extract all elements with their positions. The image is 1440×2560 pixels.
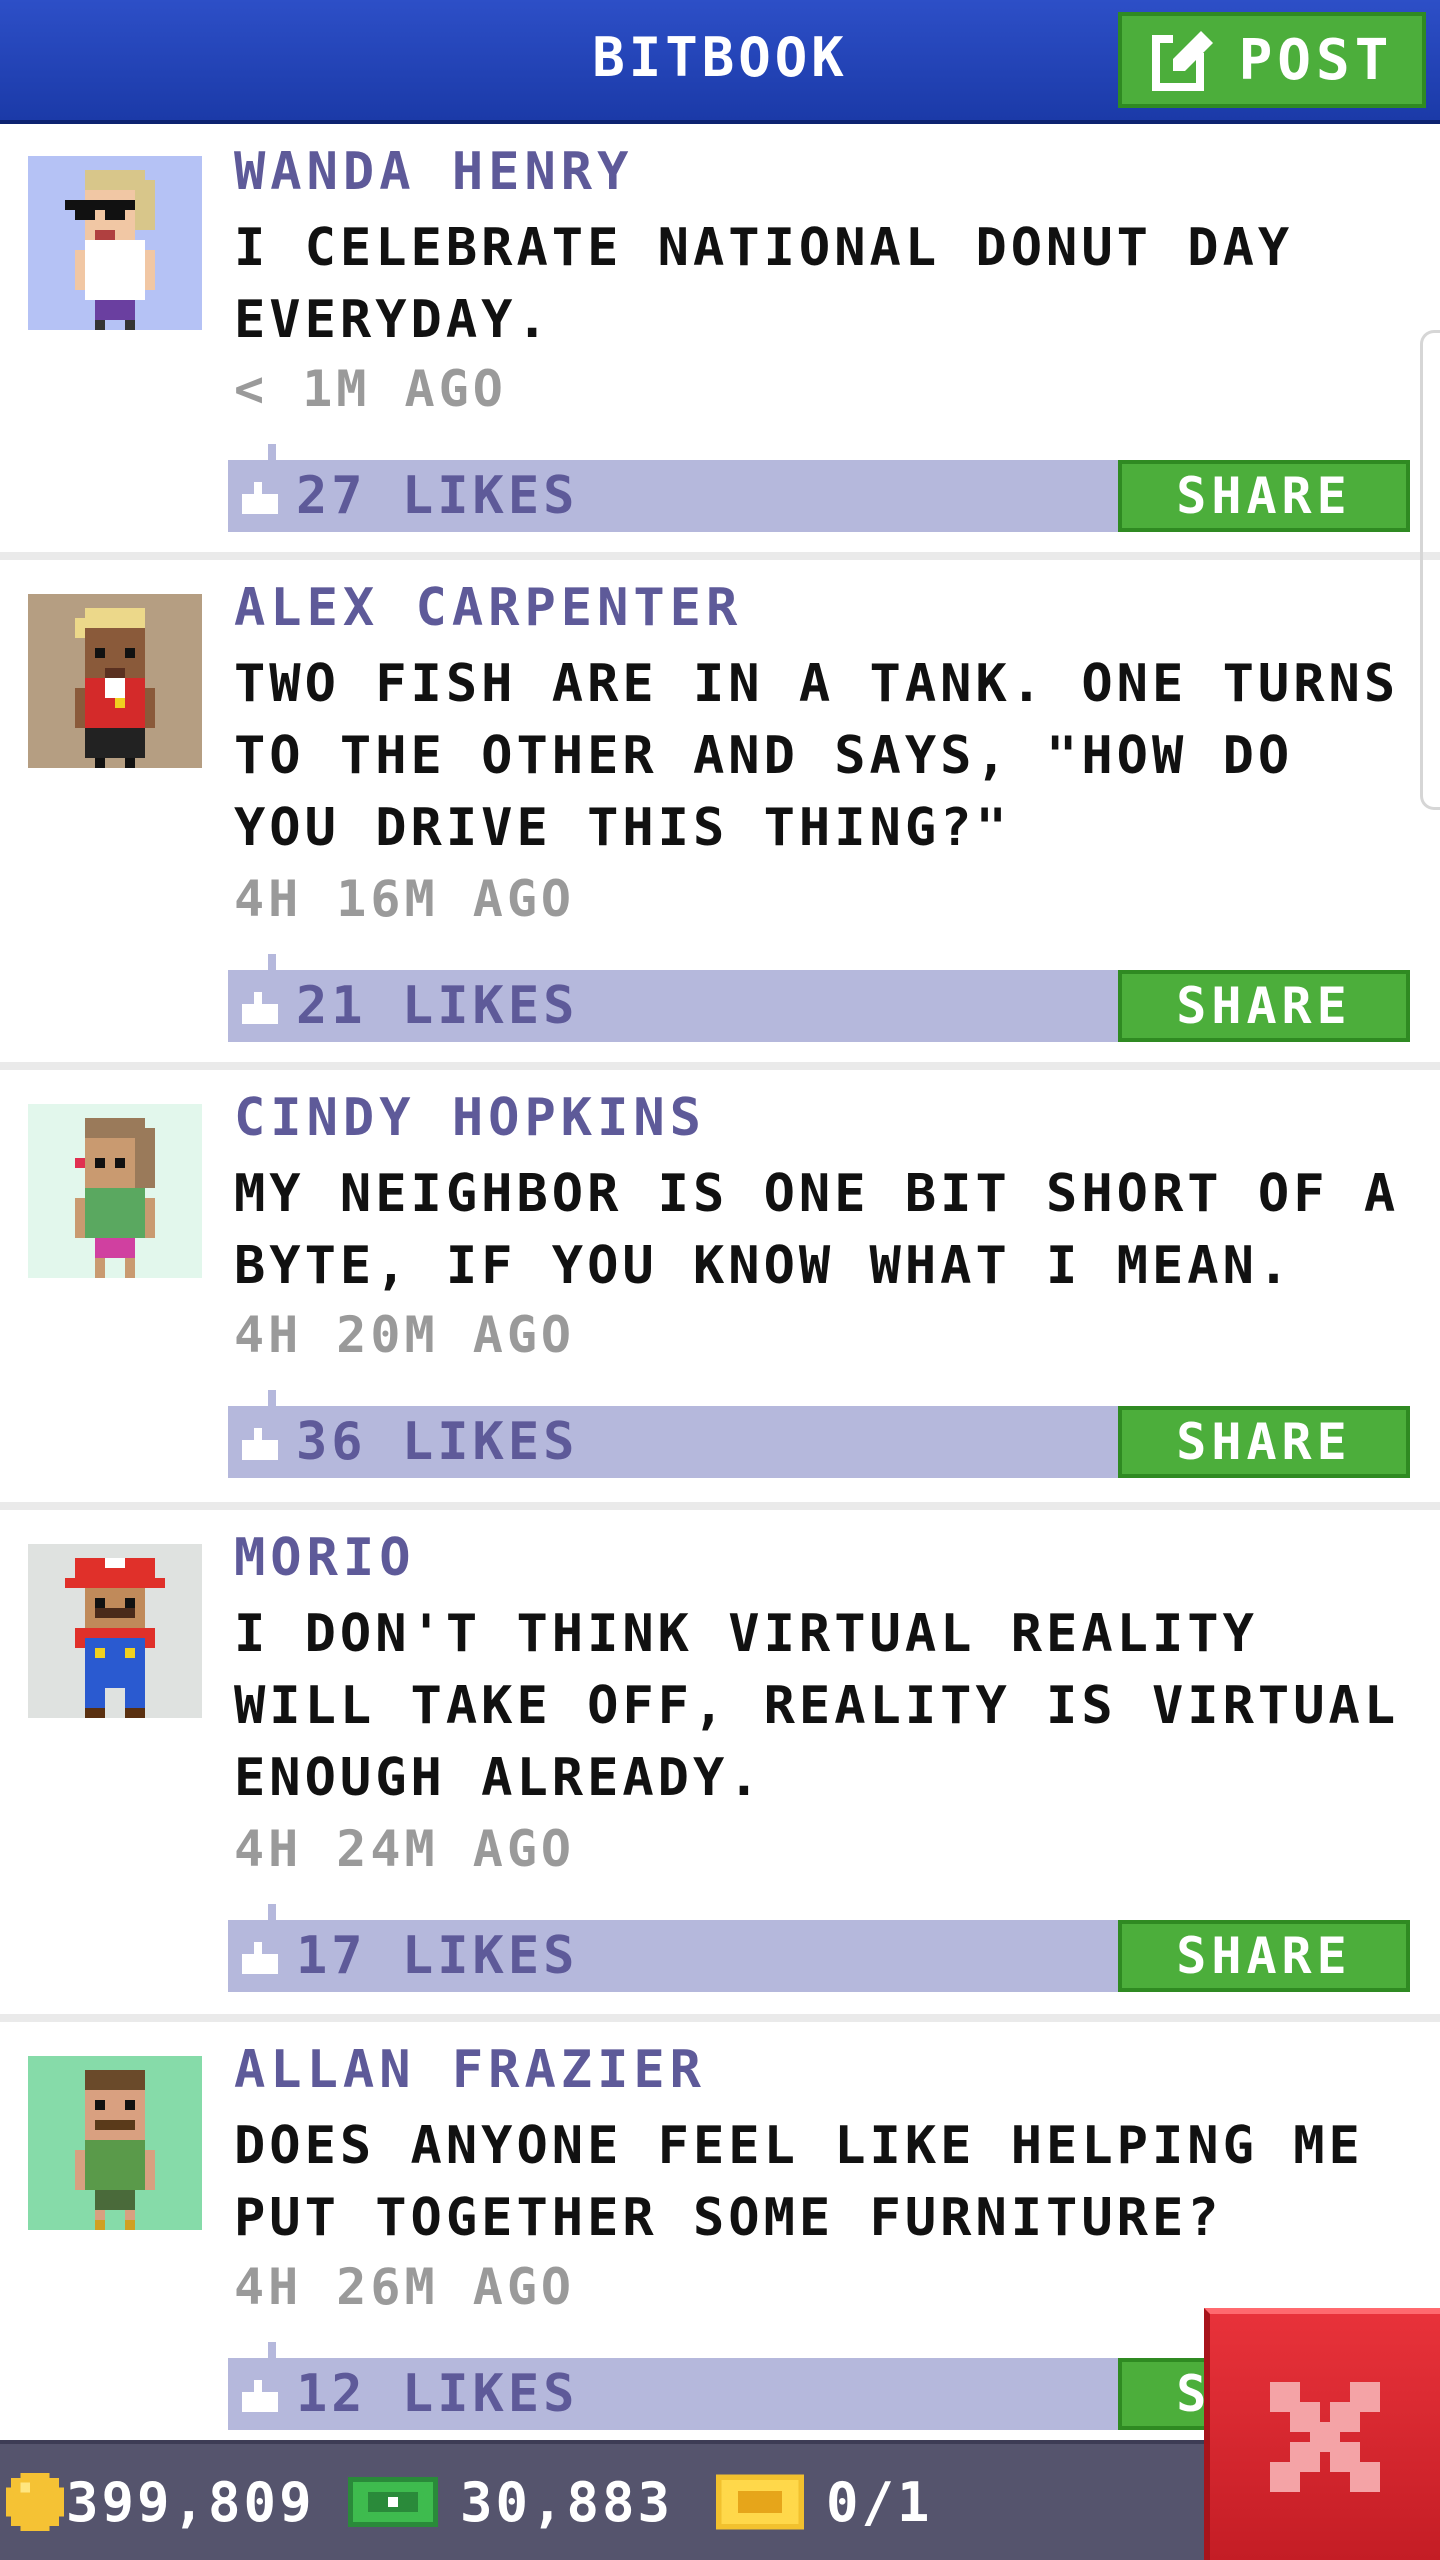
news-feed[interactable]: WANDA HENRY I CELEBRATE NATIONAL DONUT D…: [0, 124, 1440, 2440]
close-button[interactable]: [1204, 2308, 1440, 2560]
likes-count: 12 LIKES: [296, 2364, 579, 2424]
likes-bar: 27 LIKES SHARE: [228, 444, 1410, 532]
avatar-sprite: [75, 608, 155, 768]
post-author[interactable]: ALLAN FRAZIER: [234, 2040, 706, 2100]
post-message: DOES ANYONE FEEL LIKE HELPING ME PUT TOG…: [234, 2116, 1364, 2248]
feed-post: WANDA HENRY I CELEBRATE NATIONAL DONUT D…: [0, 124, 1440, 560]
post-timestamp: 4H 24M AGO: [234, 1820, 576, 1878]
post-author[interactable]: ALEX CARPENTER: [234, 578, 742, 638]
likes-count: 21 LIKES: [296, 976, 579, 1036]
avatar-sprite: [75, 2070, 155, 2230]
avatar-sprite: [65, 1558, 165, 1718]
share-button[interactable]: SHARE: [1118, 1920, 1410, 1992]
coins-stat: 399,809: [6, 2444, 315, 2560]
likes-count: 27 LIKES: [296, 466, 579, 526]
post-author[interactable]: CINDY HOPKINS: [234, 1088, 706, 1148]
post-message: TWO FISH ARE IN A TANK. ONE TURNS TO THE…: [234, 654, 1400, 858]
feed-post: MORIO I DON'T THINK VIRTUAL REALITY WILL…: [0, 1510, 1440, 2022]
bux-stat: 30,883: [348, 2444, 673, 2560]
post-button[interactable]: POST: [1118, 12, 1426, 108]
thumbs-up-icon[interactable]: [242, 482, 282, 514]
feed-post: CINDY HOPKINS MY NEIGHBOR IS ONE BIT SHO…: [0, 1070, 1440, 1510]
ticket-icon: [716, 2474, 804, 2530]
likes-bar: 17 LIKES SHARE: [228, 1904, 1410, 1992]
coin-icon: [6, 2473, 64, 2531]
avatar[interactable]: [28, 1104, 202, 1278]
thumbs-up-icon[interactable]: [242, 992, 282, 1024]
scrollbar[interactable]: [1420, 330, 1440, 810]
post-message: I CELEBRATE NATIONAL DONUT DAY EVERYDAY.: [234, 218, 1294, 350]
avatar[interactable]: [28, 156, 202, 330]
avatar-sprite: [75, 1118, 155, 1278]
share-button[interactable]: SHARE: [1118, 970, 1410, 1042]
likes-bar: 21 LIKES SHARE: [228, 954, 1410, 1042]
thumbs-up-icon[interactable]: [242, 1428, 282, 1460]
share-button[interactable]: SHARE: [1118, 460, 1410, 532]
thumbs-up-icon[interactable]: [242, 1942, 282, 1974]
avatar[interactable]: [28, 594, 202, 768]
tickets-count: 0/1: [826, 2470, 933, 2534]
post-button-label: POST: [1238, 27, 1394, 93]
bux-icon: [348, 2477, 438, 2527]
tickets-stat: 0/1: [716, 2444, 933, 2560]
thumbs-up-icon[interactable]: [242, 2380, 282, 2412]
post-timestamp: 4H 26M AGO: [234, 2258, 576, 2316]
app-header: BITBOOK POST: [0, 0, 1440, 124]
avatar[interactable]: [28, 2056, 202, 2230]
compose-icon: [1151, 31, 1213, 91]
post-timestamp: 4H 16M AGO: [234, 870, 576, 928]
feed-post: ALEX CARPENTER TWO FISH ARE IN A TANK. O…: [0, 560, 1440, 1070]
share-button[interactable]: SHARE: [1118, 1406, 1410, 1478]
avatar[interactable]: [28, 1544, 202, 1718]
post-message: I DON'T THINK VIRTUAL REALITY WILL TAKE …: [234, 1604, 1400, 1808]
post-timestamp: 4H 20M AGO: [234, 1306, 576, 1364]
avatar-sprite: [65, 170, 155, 330]
likes-count: 36 LIKES: [296, 1412, 579, 1472]
post-author[interactable]: WANDA HENRY: [234, 142, 633, 202]
post-timestamp: < 1M AGO: [234, 360, 507, 418]
coins-count: 399,809: [66, 2470, 315, 2534]
likes-bar: 36 LIKES SHARE: [228, 1390, 1410, 1478]
close-icon: [1270, 2382, 1380, 2492]
bux-count: 30,883: [460, 2470, 674, 2534]
post-author[interactable]: MORIO: [234, 1528, 416, 1588]
post-message: MY NEIGHBOR IS ONE BIT SHORT OF A BYTE, …: [234, 1164, 1400, 1296]
likes-count: 17 LIKES: [296, 1926, 579, 1986]
